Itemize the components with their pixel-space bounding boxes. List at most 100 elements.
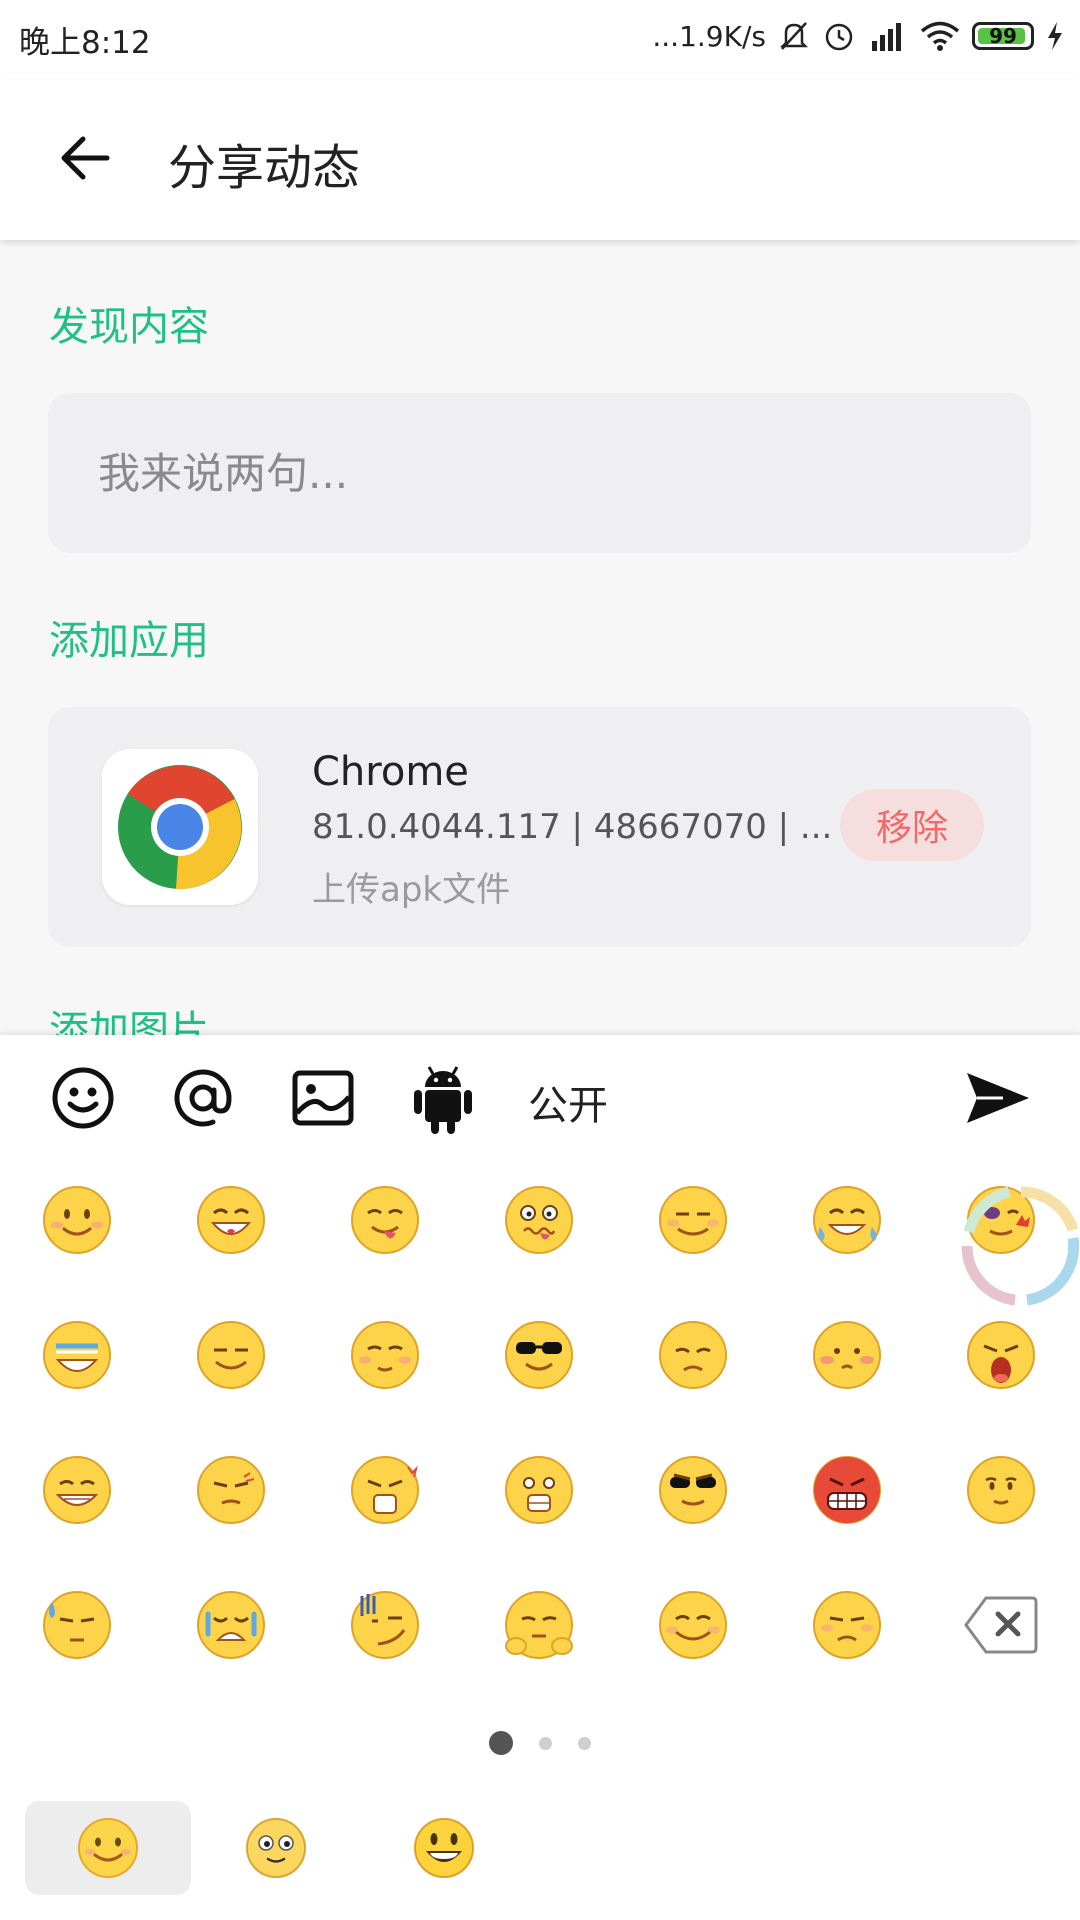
grin-face-tab[interactable] (361, 1801, 527, 1895)
emoji-item[interactable] (964, 1318, 1038, 1392)
smile-face-icon (78, 1818, 138, 1878)
emoji-item[interactable] (194, 1318, 268, 1392)
emoji-item[interactable] (40, 1183, 114, 1257)
emoji-item[interactable] (810, 1453, 884, 1527)
emoji-face-icon (967, 1321, 1035, 1389)
emoji-item[interactable] (656, 1588, 730, 1662)
app-upload-hint: 上传apk文件 (312, 870, 511, 910)
page-dot (578, 1736, 591, 1750)
backspace-icon (964, 1596, 1038, 1654)
add-app-section-label: 添加应用 (49, 618, 209, 664)
mute-icon (779, 22, 809, 50)
app-meta: 81.0.4044.117 | 48667070 | ... (312, 807, 833, 847)
emoji-category-bar (0, 1795, 1080, 1920)
status-time: 晚上8:12 (19, 25, 151, 61)
smile-face-tab[interactable] (25, 1801, 191, 1895)
app-toolbar: 分享动态 (0, 74, 1080, 240)
emoji-item[interactable] (810, 1588, 884, 1662)
battery-indicator: 99 (972, 22, 1034, 50)
emoji-face-icon (659, 1186, 727, 1254)
emoji-face-icon (813, 1321, 881, 1389)
emoji-item[interactable] (502, 1318, 576, 1392)
emoji-item[interactable] (502, 1588, 576, 1662)
emoji-item[interactable] (656, 1453, 730, 1527)
delete-button[interactable] (964, 1592, 1038, 1666)
emoji-item[interactable] (194, 1588, 268, 1662)
app-card: Chrome 81.0.4044.117 | 48667070 | ... 上传… (48, 707, 1031, 947)
classic-face-tab[interactable] (193, 1801, 359, 1895)
emoji-face-icon (659, 1591, 727, 1659)
add-image-section-label: 添加图片 (49, 1008, 209, 1035)
send-icon (967, 1073, 1029, 1123)
visibility-selector[interactable]: 公开 (528, 1073, 608, 1131)
back-arrow-icon (61, 136, 110, 180)
input-panel: 公开 (0, 1035, 1080, 1920)
charging-icon (1048, 22, 1062, 50)
emoji-item[interactable] (194, 1453, 268, 1527)
wifi-icon (920, 21, 960, 51)
emoji-face-icon (505, 1321, 573, 1389)
send-button[interactable] (960, 1063, 1036, 1133)
emoji-icon (52, 1067, 114, 1129)
emoji-face-icon (659, 1456, 727, 1524)
emoji-face-icon (43, 1456, 111, 1524)
comment-input[interactable] (48, 393, 1031, 553)
remove-app-button[interactable]: 移除 (840, 789, 984, 861)
emoji-face-icon (505, 1591, 573, 1659)
emoji-item[interactable] (502, 1183, 576, 1257)
emoji-item[interactable] (810, 1183, 884, 1257)
image-button[interactable] (288, 1063, 358, 1133)
emoji-face-icon (967, 1456, 1035, 1524)
emoji-face-icon (197, 1456, 265, 1524)
emoji-face-icon (813, 1591, 881, 1659)
share-form: 发现内容 添加应用 Chrome 81.0.4044.117 | 4866707… (0, 240, 1080, 1035)
emoji-item[interactable] (348, 1588, 422, 1662)
emoji-item[interactable] (348, 1453, 422, 1527)
grin-face-icon (414, 1818, 474, 1878)
emoji-face-icon (197, 1186, 265, 1254)
comment-box (48, 393, 1031, 553)
page-title: 分享动态 (168, 140, 361, 196)
status-indicators: ...1.9K/s 99 (652, 15, 1064, 57)
emoji-item[interactable] (348, 1318, 422, 1392)
page-dot (539, 1736, 552, 1750)
classic-face-icon (246, 1818, 306, 1878)
discover-section-label: 发现内容 (49, 304, 209, 350)
emoji-item[interactable] (964, 1453, 1038, 1527)
page-dot (489, 1731, 513, 1755)
app-button[interactable] (408, 1063, 478, 1134)
emoji-face-icon (813, 1456, 881, 1524)
emoji-face-icon (813, 1186, 881, 1254)
emoji-face-icon (659, 1321, 727, 1389)
emoji-item[interactable] (40, 1318, 114, 1392)
android-icon (414, 1066, 472, 1134)
signal-icon (872, 23, 901, 51)
emoji-face-icon (43, 1591, 111, 1659)
network-speed: ...1.9K/s (652, 19, 766, 53)
emoji-page-indicator (0, 1731, 1080, 1755)
chrome-app-icon (102, 749, 258, 905)
emoji-item[interactable] (194, 1183, 268, 1257)
battery-level: 99 (989, 24, 1017, 48)
emoji-item[interactable] (40, 1588, 114, 1662)
image-icon (292, 1070, 354, 1126)
emoji-face-icon (505, 1456, 573, 1524)
emoji-button[interactable] (48, 1063, 118, 1133)
emoji-item[interactable] (348, 1183, 422, 1257)
emoji-face-icon (505, 1186, 573, 1254)
floating-loading-ring (961, 1186, 1080, 1306)
alarm-icon (825, 23, 853, 51)
emoji-face-icon (351, 1591, 419, 1659)
back-button[interactable] (40, 118, 130, 198)
emoji-item[interactable] (502, 1453, 576, 1527)
at-mention-icon (174, 1069, 232, 1127)
emoji-face-icon (197, 1321, 265, 1389)
emoji-face-icon (197, 1591, 265, 1659)
mention-button[interactable] (168, 1063, 238, 1133)
emoji-item[interactable] (656, 1318, 730, 1392)
emoji-face-icon (351, 1456, 419, 1524)
emoji-item[interactable] (656, 1183, 730, 1257)
emoji-item[interactable] (810, 1318, 884, 1392)
emoji-face-icon (351, 1186, 419, 1254)
emoji-item[interactable] (40, 1453, 114, 1527)
